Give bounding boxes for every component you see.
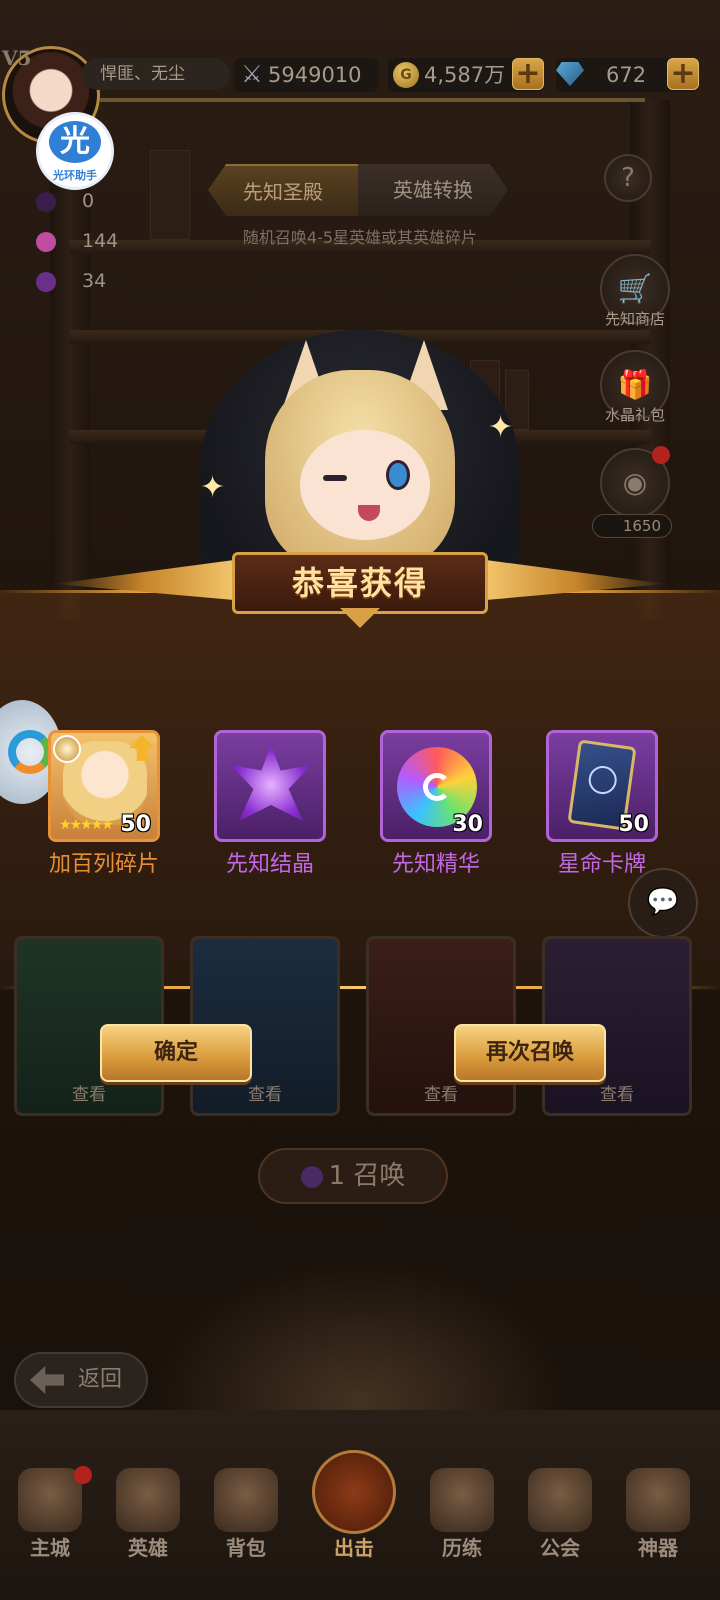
- reward-item-label: 先知精华: [391, 852, 480, 877]
- chat-bubble-icon: 💬: [646, 887, 680, 917]
- view-label: 查看: [248, 1085, 282, 1105]
- notification-dot: [74, 1466, 92, 1484]
- assistant-logo-icon: 光: [49, 121, 101, 163]
- nav-heroes[interactable]: 英雄: [98, 1450, 198, 1590]
- item-count: 30: [452, 812, 483, 837]
- resource-row: 0: [36, 186, 94, 216]
- hero-icon: [116, 1468, 180, 1532]
- winking-eye: [323, 475, 347, 481]
- view-label: 查看: [424, 1085, 458, 1105]
- player-name: 悍匪、无尘: [82, 58, 230, 90]
- crystal-ball-icon: ◉: [622, 466, 648, 499]
- resource-value: 144: [82, 230, 119, 252]
- summon-once-button[interactable]: 1 召唤: [258, 1148, 448, 1204]
- crystal-gift-label: 水晶礼包: [604, 406, 665, 424]
- crossed-swords-icon: [312, 1450, 396, 1534]
- gold-value: 4,587万: [424, 63, 506, 87]
- top-status-bar: V5 悍匪、无尘 5949010 ⚔ 4,587万 G + 672 +: [0, 0, 720, 144]
- backpack-icon: [214, 1468, 278, 1532]
- nav-label: 背包: [226, 1536, 266, 1560]
- nav-artifact[interactable]: 神器: [608, 1450, 708, 1590]
- training-icon: [430, 1468, 494, 1532]
- sparkle-icon: ✦: [200, 470, 226, 505]
- star-rating: ★★★★★: [59, 817, 114, 833]
- reward-item-prophet-crystal[interactable]: [214, 730, 326, 842]
- resource-value: 34: [82, 270, 107, 292]
- dark-orb-icon: [300, 1165, 323, 1188]
- resource-row: 34: [36, 266, 106, 296]
- card-circle: [586, 764, 619, 796]
- assistant-badge[interactable]: 光 光环助手: [36, 112, 114, 190]
- shopping-cart-icon: 🛒: [617, 272, 653, 305]
- summon-again-button[interactable]: 再次召唤: [454, 1024, 606, 1082]
- tab-hero-convert[interactable]: 英雄转换: [358, 164, 508, 216]
- exp-progress-bar: [100, 98, 645, 102]
- swirl-icon: [423, 773, 451, 801]
- orb-count: 1650: [592, 514, 672, 538]
- congratulations-banner: 恭喜获得: [232, 552, 488, 614]
- nav-attack[interactable]: 出击: [304, 1450, 404, 1590]
- item-count: 50: [120, 812, 151, 837]
- reward-item-label: 先知结晶: [225, 852, 314, 877]
- add-gold-button[interactable]: +: [512, 58, 544, 90]
- sparkle-icon: ✦: [488, 410, 514, 445]
- reward-item-prophet-essence[interactable]: 30: [380, 730, 492, 842]
- power-value: 5949010: [268, 63, 362, 87]
- guild-icon: [528, 1468, 592, 1532]
- question-icon: ?: [621, 163, 635, 193]
- nav-guild[interactable]: 公会: [510, 1450, 610, 1590]
- light-element-icon: [53, 735, 81, 763]
- nav-backpack[interactable]: 背包: [196, 1450, 296, 1590]
- castle-icon: [18, 1468, 82, 1532]
- rainbow-orb-icon: [36, 231, 56, 252]
- nav-label: 公会: [540, 1536, 580, 1560]
- crossed-swords-icon: ⚔: [241, 60, 263, 88]
- treasure-chest-icon: 🎁: [617, 368, 653, 401]
- chat-button[interactable]: 💬: [628, 868, 698, 938]
- notification-dot: [652, 446, 670, 464]
- confirm-button[interactable]: 确定: [100, 1024, 252, 1082]
- add-gems-button[interactable]: +: [667, 58, 699, 90]
- prophet-shop-label: 先知商店: [604, 310, 665, 328]
- nav-label: 出击: [334, 1536, 374, 1560]
- nav-label: 主城: [30, 1536, 70, 1560]
- hero-face: [300, 430, 430, 540]
- nav-main-city[interactable]: 主城: [0, 1450, 100, 1590]
- resource-value: 0: [82, 190, 95, 212]
- gold-coin-icon: G: [393, 62, 419, 88]
- reward-item-label: 加百列碎片: [48, 852, 159, 877]
- gem-value: 672: [606, 63, 647, 87]
- artifact-icon: [626, 1468, 690, 1532]
- reward-item-hero-shard[interactable]: ★★★★★ 50: [48, 730, 160, 842]
- nav-label: 神器: [638, 1536, 678, 1560]
- assistant-caption: 光环助手: [53, 169, 97, 182]
- view-label: 查看: [600, 1085, 634, 1105]
- reward-item-star-card[interactable]: 50: [546, 730, 658, 842]
- item-count: 50: [618, 812, 649, 837]
- resource-row: 144: [36, 226, 118, 256]
- assistant-swirl-icon: [8, 730, 52, 774]
- dark-orb-icon: [36, 191, 56, 212]
- hero-eye: [386, 460, 410, 490]
- purple-crystal-icon: [36, 271, 56, 292]
- help-button[interactable]: ?: [604, 154, 652, 202]
- tab-prophet-temple[interactable]: 先知圣殿: [208, 164, 358, 216]
- summon-label: 1 召唤: [328, 1161, 406, 1191]
- nav-label: 历练: [442, 1536, 482, 1560]
- back-label: 返回: [78, 1367, 123, 1392]
- summon-description: 随机召唤4-5星英雄或其英雄碎片: [242, 228, 478, 247]
- vip-level: V5: [2, 46, 32, 70]
- view-label: 查看: [72, 1085, 106, 1105]
- nav-label: 英雄: [128, 1536, 168, 1560]
- prophet-crystal-icon: [231, 745, 311, 821]
- nav-training[interactable]: 历练: [412, 1450, 512, 1590]
